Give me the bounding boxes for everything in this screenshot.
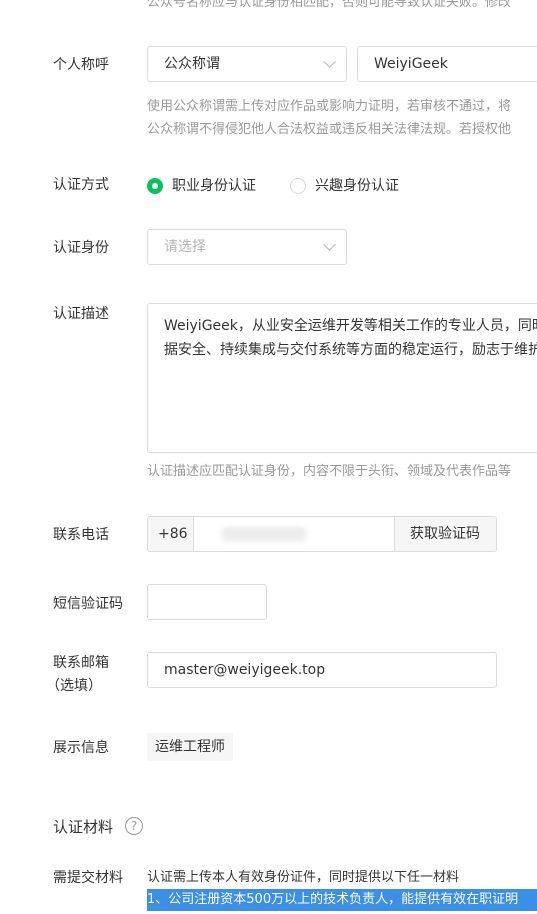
radio-professional[interactable]: 职业身份认证 bbox=[147, 176, 267, 196]
auth-identity-select[interactable]: 请选择 bbox=[147, 229, 347, 265]
country-code-text: +86 bbox=[158, 526, 188, 542]
radio-interest[interactable]: 兴趣身份认证 bbox=[290, 176, 410, 196]
materials-item-1: 1、公司注册资本500万以上的技术负责人，能提供有效在职证明 bbox=[147, 889, 537, 911]
auth-desc-line1: WeiyiGeek，从业安全运维开发等相关工作的专业人员，同时 bbox=[164, 318, 537, 334]
email-input[interactable]: master@weiyigeek.top bbox=[147, 652, 497, 688]
materials-section-title: 认证材料 bbox=[53, 818, 114, 836]
get-code-label: 获取验证码 bbox=[410, 526, 480, 542]
materials-item-1-text: 1、公司注册资本500万以上的技术负责人，能提供有效在职证明 bbox=[147, 892, 519, 907]
sms-code-label: 短信验证码 bbox=[53, 596, 123, 612]
chevron-down-icon bbox=[323, 238, 336, 251]
materials-label: 需提交材料 bbox=[53, 870, 123, 886]
materials-intro: 认证需上传本人有效身份证件，同时提供以下任一材料 bbox=[147, 870, 460, 885]
phone-country-code[interactable]: +86 bbox=[148, 517, 194, 551]
phone-number-input[interactable] bbox=[194, 517, 394, 551]
get-code-button[interactable]: 获取验证码 bbox=[394, 517, 496, 551]
radio-interest-label: 兴趣身份认证 bbox=[315, 178, 399, 194]
personal-title-label: 个人称呼 bbox=[53, 57, 109, 73]
chevron-down-icon bbox=[323, 55, 336, 68]
radio-checked-icon bbox=[147, 178, 163, 194]
auth-desc-line2: 据安全、持续集成与交付系统等方面的稳定运行，励志于维护 bbox=[164, 342, 537, 358]
auth-identity-placeholder: 请选择 bbox=[164, 239, 206, 255]
display-info-tag: 运维工程师 bbox=[147, 733, 233, 761]
blurred-phone-number bbox=[222, 527, 306, 541]
phone-group: +86 获取验证码 bbox=[147, 516, 497, 552]
title-hint-line2: 公众称谓不得侵犯他人合法权益或违反相关法律法规。若授权他 bbox=[147, 122, 512, 137]
radio-unchecked-icon bbox=[290, 178, 306, 194]
phone-label: 联系电话 bbox=[53, 527, 109, 543]
auth-method-label: 认证方式 bbox=[53, 177, 109, 193]
display-info-label: 展示信息 bbox=[53, 740, 109, 756]
title-type-value: 公众称谓 bbox=[164, 56, 220, 72]
email-label: 联系邮箱 bbox=[53, 655, 109, 671]
auth-desc-hint: 认证描述应匹配认证身份，内容不限于头衔、领域及代表作品等 bbox=[147, 464, 512, 479]
radio-professional-label: 职业身份认证 bbox=[172, 178, 256, 194]
auth-identity-label: 认证身份 bbox=[53, 240, 109, 256]
display-info-tag-text: 运维工程师 bbox=[155, 739, 225, 755]
title-hint-line1: 使用公众称谓需上传对应作品或影响力证明，若审核不通过，将 bbox=[147, 99, 512, 114]
title-type-select[interactable]: 公众称谓 bbox=[147, 46, 347, 82]
email-value: master@weiyigeek.top bbox=[164, 662, 326, 678]
email-optional-label: （选填） bbox=[46, 678, 102, 694]
auth-desc-label: 认证描述 bbox=[53, 306, 109, 322]
sms-code-input[interactable] bbox=[147, 584, 267, 620]
public-title-input[interactable]: WeiyiGeek bbox=[357, 46, 537, 82]
top-hint: 公众号名称应与认证身份相匹配，否则可能导致认证失败。修改 bbox=[147, 0, 512, 10]
help-glyph: ? bbox=[130, 819, 138, 833]
help-circle-icon[interactable]: ? bbox=[125, 817, 143, 835]
public-title-value: WeiyiGeek bbox=[374, 56, 448, 72]
auth-desc-textarea[interactable]: WeiyiGeek，从业安全运维开发等相关工作的专业人员，同时 据安全、持续集成… bbox=[147, 303, 537, 453]
